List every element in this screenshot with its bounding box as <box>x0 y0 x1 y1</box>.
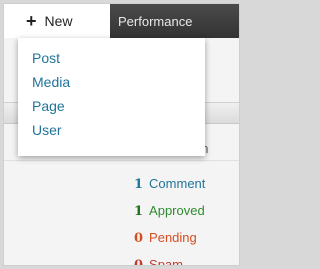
new-post-item[interactable]: Post <box>18 46 205 70</box>
pending-count: 0 <box>134 231 144 246</box>
pending-label: Pending <box>149 230 197 245</box>
approved-count: 1 <box>134 204 144 219</box>
new-user-item[interactable]: User <box>18 118 205 142</box>
new-page-item[interactable]: Page <box>18 94 205 118</box>
new-content-label: New <box>44 13 73 29</box>
new-content-dropdown: Post Media Page User <box>18 38 205 156</box>
performance-label: Performance <box>118 13 193 29</box>
spam-label: Spam <box>149 257 184 266</box>
pending-count-link[interactable]: 0 Pending <box>134 230 197 250</box>
comments-label: Comment <box>149 176 206 191</box>
performance-menu[interactable]: Performance <box>118 4 192 38</box>
plus-icon: + <box>26 11 37 31</box>
admin-bar: + New Performance <box>4 4 239 38</box>
comments-count: 1 <box>134 177 144 192</box>
approved-label: Approved <box>149 203 205 218</box>
new-media-item[interactable]: Media <box>18 70 205 94</box>
spam-count: 0 <box>134 258 144 266</box>
wordpress-admin-frame: + New Performance on 1Comment 1Approved … <box>3 3 240 266</box>
spam-count-link[interactable]: 0 Spam <box>134 257 184 266</box>
new-content-button[interactable]: + New <box>4 4 110 38</box>
comments-count-link[interactable]: 1 Comment <box>134 176 205 196</box>
approved-count-link[interactable]: 1 Approved <box>134 203 205 223</box>
